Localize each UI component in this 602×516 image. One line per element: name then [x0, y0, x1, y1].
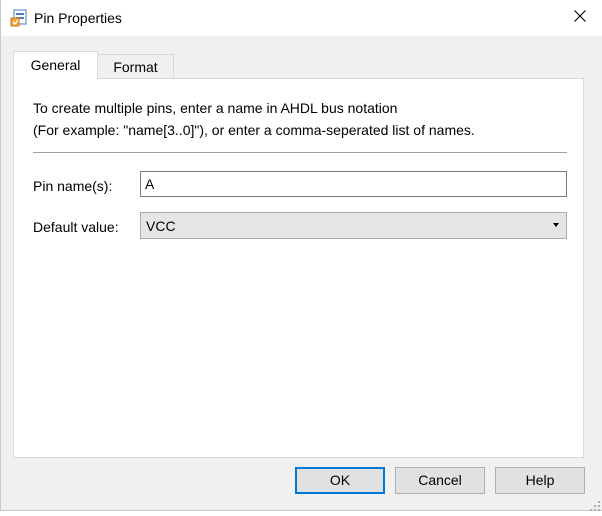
- window-title: Pin Properties: [34, 10, 122, 26]
- help-button[interactable]: Help: [495, 467, 585, 494]
- pin-properties-app-icon: [10, 9, 28, 27]
- instructions-line-2: (For example: "name[3..0]"), or enter a …: [33, 122, 475, 138]
- title-bar: Pin Properties: [1, 0, 602, 36]
- pin-properties-dialog: Pin Properties General Format To create …: [0, 0, 602, 511]
- general-tab-panel: To create multiple pins, enter a name in…: [13, 78, 584, 458]
- pin-name-input[interactable]: [140, 171, 567, 197]
- divider: [33, 152, 567, 153]
- default-value-label: Default value:: [33, 219, 119, 235]
- resize-grip-icon[interactable]: [590, 498, 600, 511]
- tab-format[interactable]: Format: [98, 54, 174, 78]
- close-icon: [574, 9, 586, 27]
- default-value-selected: VCC: [146, 218, 176, 234]
- instructions-line-1: To create multiple pins, enter a name in…: [33, 100, 398, 116]
- cancel-button[interactable]: Cancel: [395, 467, 485, 494]
- default-value-dropdown[interactable]: VCC: [140, 212, 567, 239]
- tab-general[interactable]: General: [13, 51, 98, 79]
- instructions-text: To create multiple pins, enter a name in…: [33, 97, 475, 141]
- ok-button[interactable]: OK: [295, 467, 385, 494]
- pin-name-label: Pin name(s):: [33, 178, 113, 194]
- close-button[interactable]: [557, 0, 602, 36]
- dropdown-arrow-icon: [553, 223, 559, 227]
